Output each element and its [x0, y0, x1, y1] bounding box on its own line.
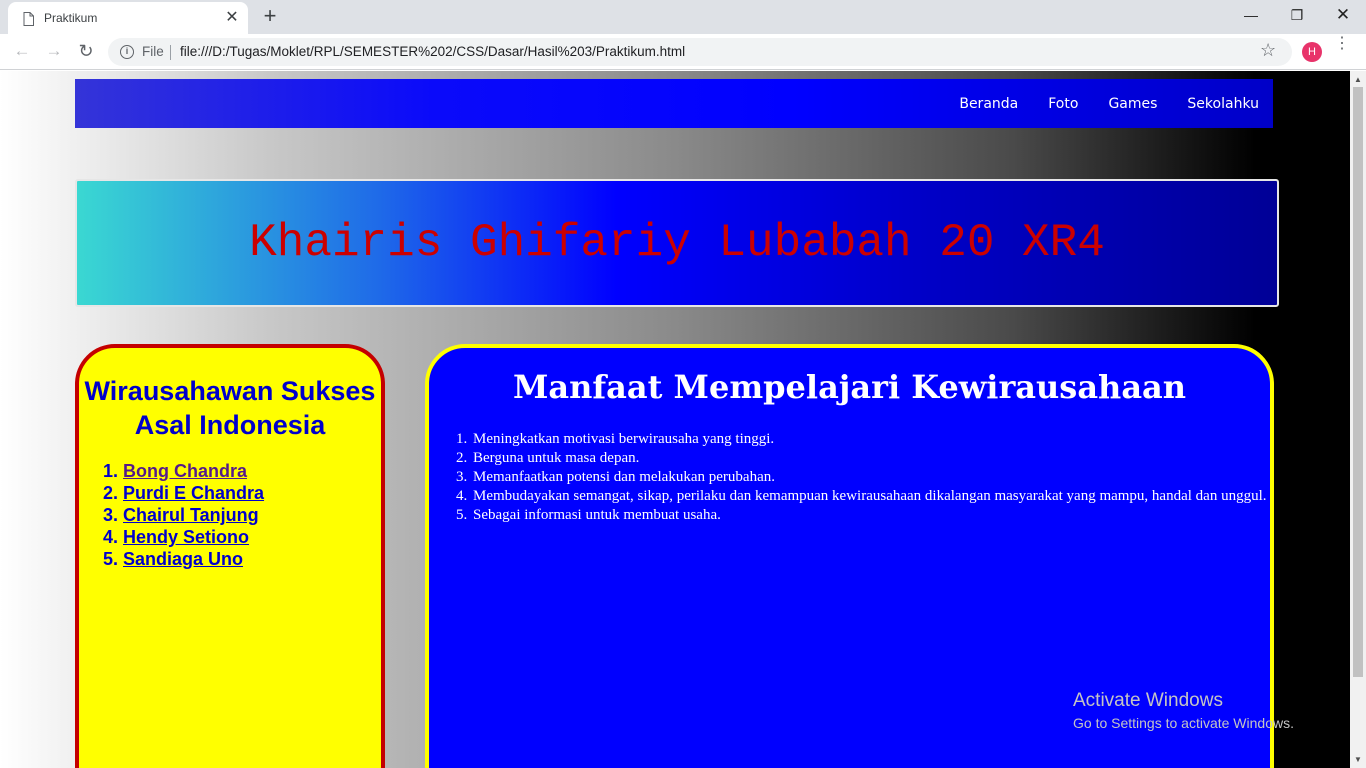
nav-link-beranda[interactable]: Beranda — [959, 96, 1018, 112]
page-viewport: Beranda Foto Games Sekolahku Khairis Ghi… — [0, 71, 1350, 768]
entrepreneurs-panel: Wirausahawan Sukses Asal Indonesia Bong … — [75, 344, 385, 768]
address-bar[interactable]: i File file:///D:/Tugas/Moklet/RPL/SEMES… — [108, 38, 1292, 66]
list-item: Purdi E Chandra — [123, 482, 381, 504]
entrepreneur-link[interactable]: Sandiaga Uno — [123, 549, 243, 569]
info-icon[interactable]: i — [120, 45, 134, 59]
scroll-down-arrow-icon[interactable]: ▼ — [1354, 755, 1362, 764]
nav-link-games[interactable]: Games — [1108, 96, 1157, 112]
entrepreneurs-list: Bong Chandra Purdi E Chandra Chairul Tan… — [123, 460, 381, 570]
vertical-scrollbar[interactable]: ▲ ▼ — [1350, 71, 1366, 768]
tab-strip: Praktikum ✕ + — ❐ ✕ — [0, 0, 1366, 34]
address-scheme-label: File — [142, 44, 164, 59]
list-item: Sandiaga Uno — [123, 548, 381, 570]
address-divider — [170, 45, 171, 60]
browser-toolbar: ← → ↻ i File file:///D:/Tugas/Moklet/RPL… — [0, 34, 1366, 70]
new-tab-button[interactable]: + — [258, 4, 282, 28]
list-item: Chairul Tanjung — [123, 504, 381, 526]
menu-dots-icon[interactable]: ⋮ — [1334, 36, 1350, 64]
tab-close-icon[interactable]: ✕ — [222, 8, 242, 28]
entrepreneur-link[interactable]: Hendy Setiono — [123, 527, 249, 547]
list-item: Bong Chandra — [123, 460, 381, 482]
back-arrow-icon[interactable]: ← — [10, 39, 34, 63]
site-navbar: Beranda Foto Games Sekolahku — [75, 79, 1273, 128]
nav-link-foto[interactable]: Foto — [1048, 96, 1078, 112]
entrepreneur-link[interactable]: Chairul Tanjung — [123, 505, 259, 525]
banner-title: Khairis Ghifariy Lubabah 20 XR4 — [249, 217, 1105, 269]
watermark-subtitle: Go to Settings to activate Windows. — [1073, 715, 1294, 731]
entrepreneur-link[interactable]: Bong Chandra — [123, 461, 247, 481]
window-minimize-button[interactable]: — — [1228, 0, 1274, 32]
benefits-list: Meningkatkan motivasi berwirausaha yang … — [471, 430, 1270, 525]
window-maximize-button[interactable]: ❐ — [1274, 0, 1320, 32]
forward-arrow-icon[interactable]: → — [42, 39, 66, 63]
nav-link-sekolahku[interactable]: Sekolahku — [1187, 96, 1259, 112]
header-banner: Khairis Ghifariy Lubabah 20 XR4 — [75, 179, 1279, 307]
scrollbar-thumb[interactable] — [1353, 87, 1363, 677]
reload-icon[interactable]: ↻ — [74, 39, 98, 63]
list-item: Meningkatkan motivasi berwirausaha yang … — [471, 430, 1270, 449]
window-close-button[interactable]: ✕ — [1320, 0, 1366, 32]
nav-links: Beranda Foto Games Sekolahku — [929, 79, 1259, 128]
scroll-up-arrow-icon[interactable]: ▲ — [1354, 75, 1362, 84]
browser-tab[interactable]: Praktikum ✕ — [8, 2, 248, 34]
entrepreneur-link[interactable]: Purdi E Chandra — [123, 483, 264, 503]
tab-title: Praktikum — [44, 11, 98, 25]
list-item: Hendy Setiono — [123, 526, 381, 548]
watermark-title: Activate Windows — [1073, 690, 1223, 711]
bookmark-star-icon[interactable]: ☆ — [1260, 40, 1276, 61]
list-item: Berguna untuk masa depan. — [471, 449, 1270, 468]
list-item: Memanfaatkan potensi dan melakukan perub… — [471, 468, 1270, 487]
benefits-title: Manfaat Mempelajari Kewirausahaan — [512, 368, 1187, 406]
list-item: Sebagai informasi untuk membuat usaha. — [471, 506, 1270, 525]
activate-windows-watermark: Activate Windows Go to Settings to activ… — [1073, 690, 1294, 731]
document-icon — [23, 12, 34, 26]
profile-avatar[interactable]: H — [1302, 42, 1322, 62]
entrepreneurs-title: Wirausahawan Sukses Asal Indonesia — [84, 376, 376, 440]
list-item: Membudayakan semangat, sikap, perilaku d… — [471, 487, 1270, 506]
address-url[interactable]: file:///D:/Tugas/Moklet/RPL/SEMESTER%202… — [180, 44, 685, 59]
